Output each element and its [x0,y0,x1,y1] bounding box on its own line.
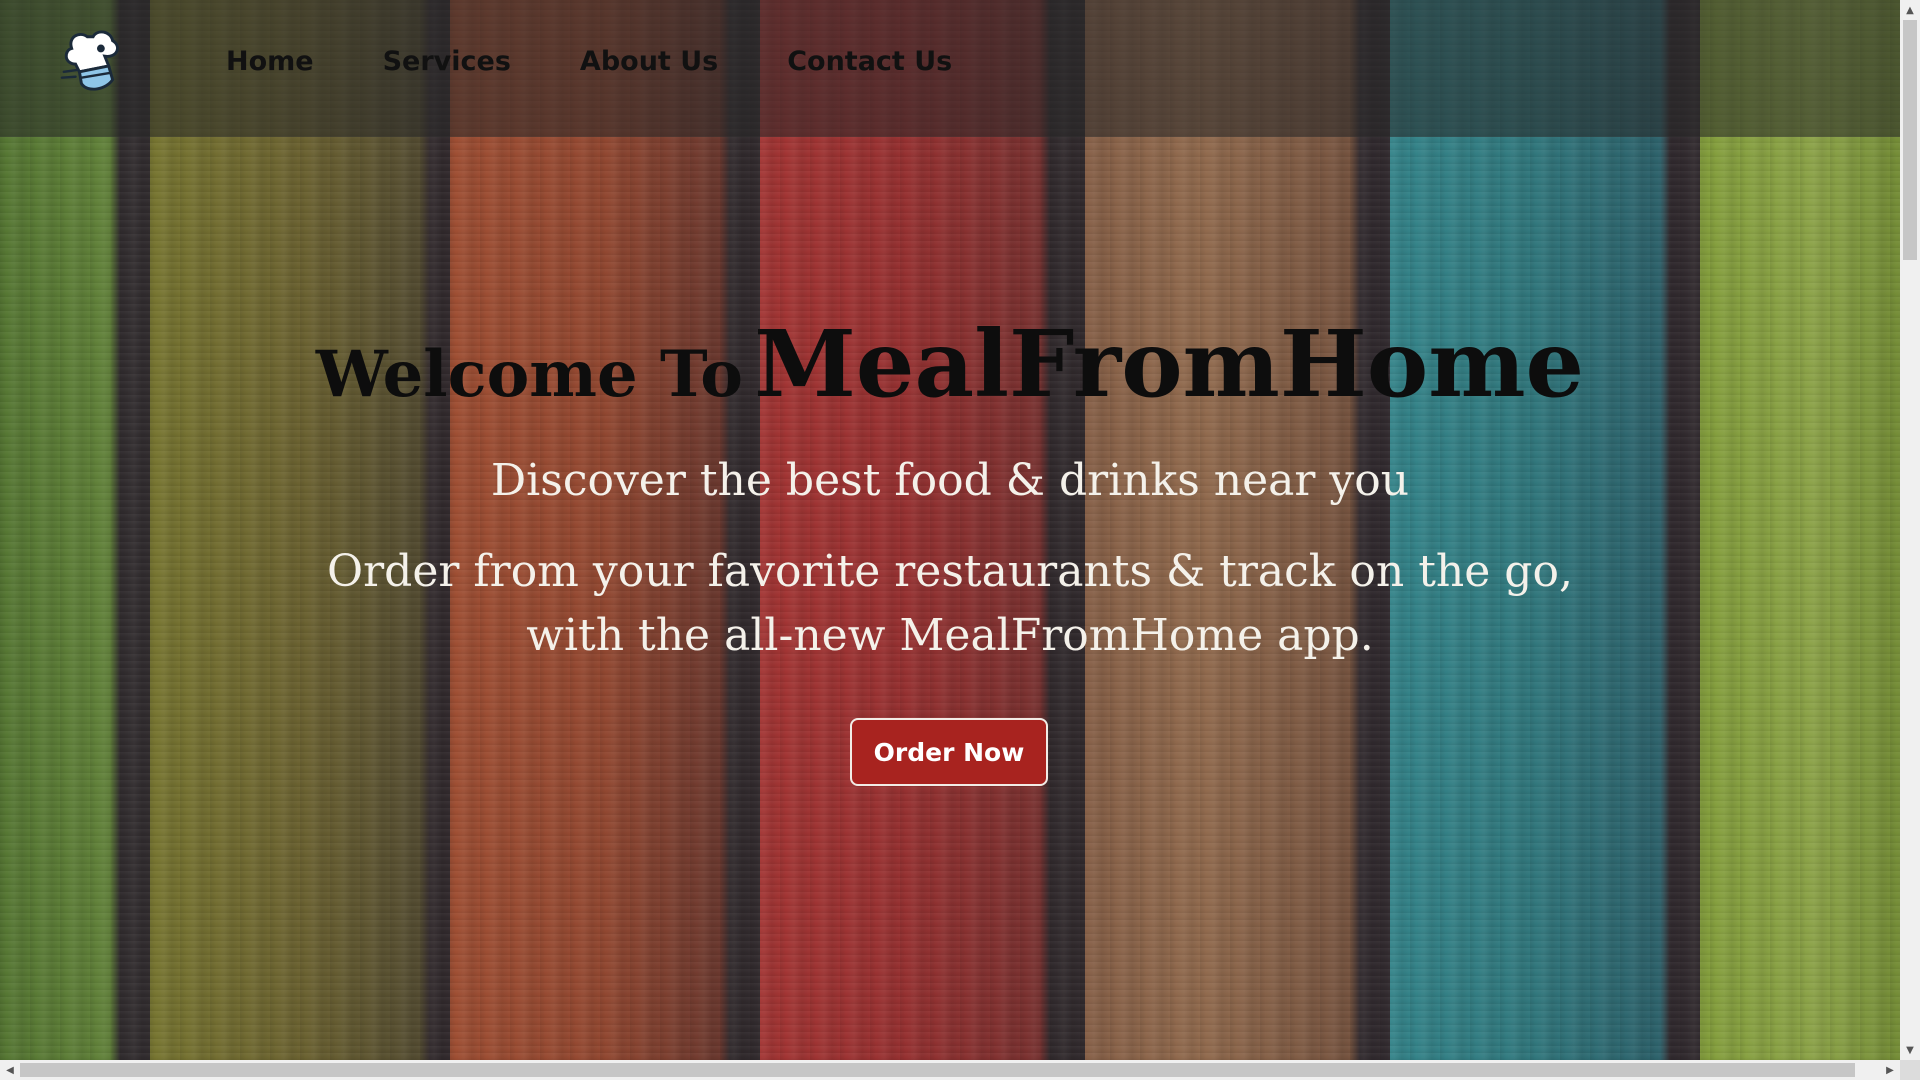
hero-title-brand: MealFromHome [754,310,1585,418]
order-now-button[interactable]: Order Now [850,718,1048,786]
scroll-right-arrow-icon[interactable]: ▶ [1880,1060,1900,1080]
hero-title-prefix: Welcome To [315,337,743,412]
hero-title: Welcome To MealFromHome [0,310,1900,418]
nav-link-about-us[interactable]: About Us [580,46,718,77]
scroll-left-arrow-icon[interactable]: ◀ [0,1060,20,1080]
horizontal-scroll-thumb[interactable] [20,1063,1855,1077]
main-nav: Home Services About Us Contact Us [226,46,952,77]
scroll-down-arrow-icon[interactable]: ▼ [1900,1040,1920,1060]
horizontal-scrollbar[interactable]: ◀ ▶ [0,1060,1900,1080]
nav-link-contact-us[interactable]: Contact Us [787,46,952,77]
vertical-scrollbar[interactable]: ▲ ▼ [1900,0,1920,1060]
wood-background [0,0,1900,1060]
vertical-scroll-thumb[interactable] [1903,20,1917,260]
hero-description: Order from your favorite restaurants & t… [327,546,1573,661]
hero-tagline: Discover the best food & drinks near you [490,455,1410,506]
navbar: Home Services About Us Contact Us [0,0,1900,137]
scrollbar-corner [1900,1060,1920,1080]
scroll-up-arrow-icon[interactable]: ▲ [1900,0,1920,20]
nav-link-services[interactable]: Services [383,46,511,77]
nav-link-home[interactable]: Home [226,46,314,77]
chef-hat-icon[interactable] [58,28,136,104]
